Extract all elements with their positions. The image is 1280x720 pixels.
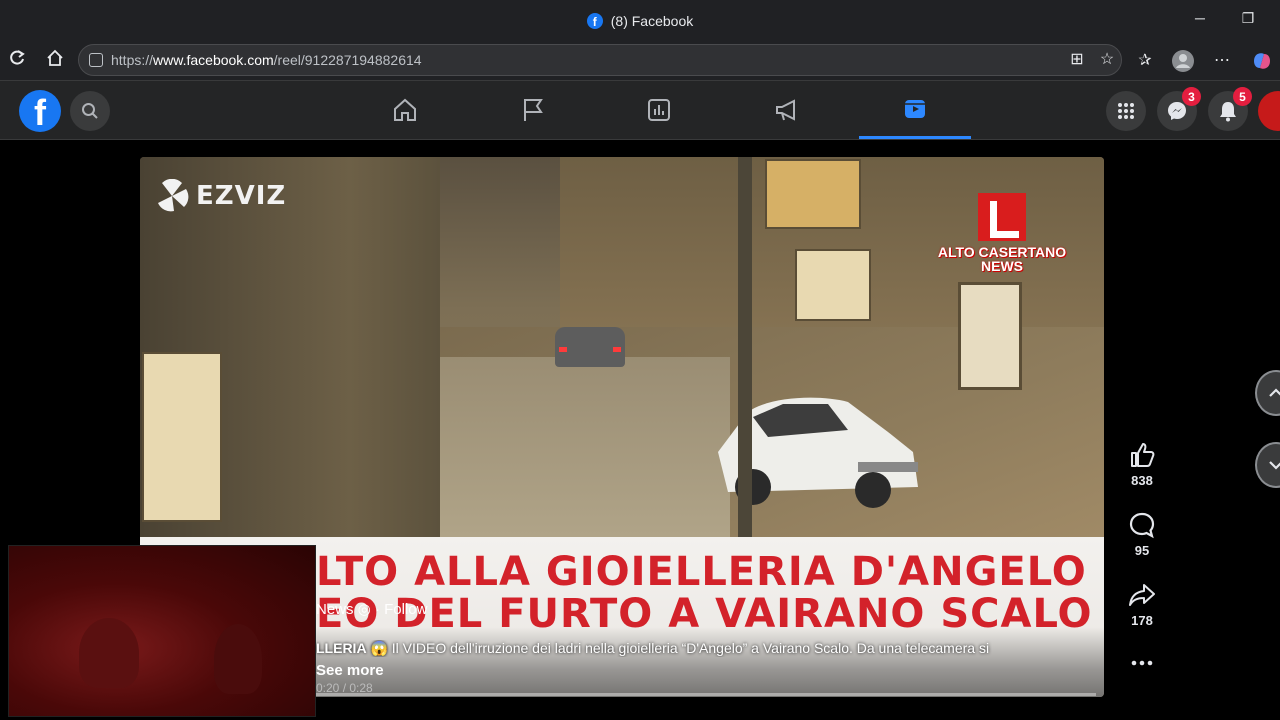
tab-ads[interactable] [731, 81, 843, 139]
chevron-down-icon [1269, 461, 1280, 470]
menu-button[interactable] [1106, 91, 1146, 131]
favorites-icon[interactable]: ✰ [1133, 49, 1157, 73]
scene-sidewalk [400, 357, 730, 537]
notifications-button[interactable]: 5 [1208, 87, 1252, 131]
more-dots-icon [1131, 660, 1153, 666]
home-browser-icon[interactable] [43, 49, 67, 73]
facebook-header: f 3 5 [0, 80, 1280, 140]
reel-actions: 838 95 178 [1118, 441, 1166, 691]
account-avatar[interactable] [1258, 91, 1280, 131]
url-path: /reel/912287194882614 [273, 52, 422, 68]
shop-window [958, 282, 1022, 390]
caption-text: Il VIDEO dell'irruzione dei ladri nella … [391, 640, 990, 656]
previous-reel-button[interactable] [1255, 370, 1280, 416]
webcam-person [79, 618, 139, 688]
messenger-button[interactable]: 3 [1157, 87, 1201, 131]
ads-megaphone-icon [776, 99, 795, 121]
caption-prefix: LLERIA [316, 640, 367, 656]
taillight [559, 347, 567, 352]
pages-flag-icon [524, 99, 543, 121]
search-icon [82, 103, 98, 119]
more-menu-icon[interactable]: ⋯ [1210, 49, 1234, 73]
author-row: News ◎ · Follow [316, 600, 427, 618]
comment-button[interactable]: 95 [1118, 511, 1166, 581]
tab-reels[interactable] [859, 81, 971, 139]
author-name[interactable]: News [316, 601, 354, 618]
like-button[interactable]: 838 [1118, 441, 1166, 511]
notifications-badge: 5 [1233, 87, 1252, 106]
tab-dashboard[interactable] [603, 81, 715, 139]
search-button[interactable] [70, 91, 110, 131]
ezviz-watermark: EZVIZ [154, 179, 286, 213]
url-bar[interactable]: https://www.facebook.com/reel/9122871948… [78, 44, 1122, 76]
window-titlebar: f (8) Facebook ─ ❐ [0, 0, 1280, 42]
shop-sign [795, 249, 871, 321]
channel-logo-text: ALTO CASERTANO NEWS [937, 244, 1067, 274]
headline-line-1: LTO ALLA GIOIELLERIA D'ANGELO [316, 549, 1087, 595]
browser-toolbar: https://www.facebook.com/reel/9122871948… [0, 42, 1280, 80]
chevron-up-icon [1269, 388, 1280, 397]
reel-caption: LLERIA 😱 Il VIDEO dell'irruzione dei lad… [316, 640, 1096, 657]
reel-stage: EZVIZ ALTO CASERTANO NEWS LTO ALLA GIOIE… [0, 141, 1280, 720]
url-prefix: https:// [111, 52, 154, 68]
messenger-badge: 3 [1182, 87, 1201, 106]
channel-logo: ALTO CASERTANO NEWS [937, 193, 1067, 273]
site-info-icon[interactable] [89, 53, 103, 67]
tab-pages[interactable] [477, 81, 589, 139]
next-reel-button[interactable] [1255, 442, 1280, 488]
copilot-icon[interactable] [1250, 49, 1274, 73]
favorite-star-icon[interactable]: ☆ [1095, 48, 1119, 72]
webcam-overlay [8, 545, 316, 717]
street-pole [738, 157, 752, 537]
scream-emoji-icon: 😱 [370, 640, 392, 656]
more-options-button[interactable] [1118, 651, 1166, 691]
home-icon [394, 98, 416, 121]
shop-sign [765, 159, 861, 229]
ezviz-logo-icon [158, 179, 189, 212]
restore-button[interactable]: ❐ [1238, 10, 1258, 30]
window-title: f (8) Facebook [586, 13, 694, 29]
share-count: 178 [1131, 613, 1153, 628]
share-button[interactable]: 178 [1118, 581, 1166, 651]
globe-icon: ◎ · [357, 601, 385, 618]
reels-icon [905, 99, 925, 118]
minimize-button[interactable]: ─ [1190, 10, 1210, 30]
follow-button[interactable]: Follow [384, 601, 427, 618]
reload-icon[interactable] [5, 49, 29, 73]
webcam-person [214, 624, 262, 694]
video-scene: EZVIZ ALTO CASERTANO NEWS [140, 157, 1104, 537]
tab-home[interactable] [349, 81, 461, 139]
facebook-logo[interactable]: f [19, 90, 61, 132]
grid-menu-icon [1118, 103, 1134, 119]
dashboard-icon [648, 99, 670, 121]
like-count: 838 [1131, 473, 1153, 488]
comment-count: 95 [1134, 543, 1150, 558]
window-title-text: (8) Facebook [610, 13, 694, 29]
facebook-favicon-icon: f [586, 13, 603, 29]
dark-car [555, 327, 625, 367]
app-install-icon[interactable]: ⊞ [1065, 48, 1089, 72]
shop-sign [142, 352, 222, 522]
share-icon [1129, 584, 1155, 606]
taillight [613, 347, 621, 352]
video-progress-bar[interactable] [316, 693, 1096, 696]
ezviz-text: EZVIZ [196, 181, 287, 211]
comment-icon [1129, 512, 1155, 539]
profile-avatar-icon[interactable] [1171, 49, 1195, 73]
url-host: www.facebook.com [153, 52, 274, 68]
thumbs-up-icon [1131, 443, 1155, 467]
see-more-link[interactable]: See more [316, 662, 384, 679]
alto-casertano-logo-icon [978, 193, 1026, 241]
